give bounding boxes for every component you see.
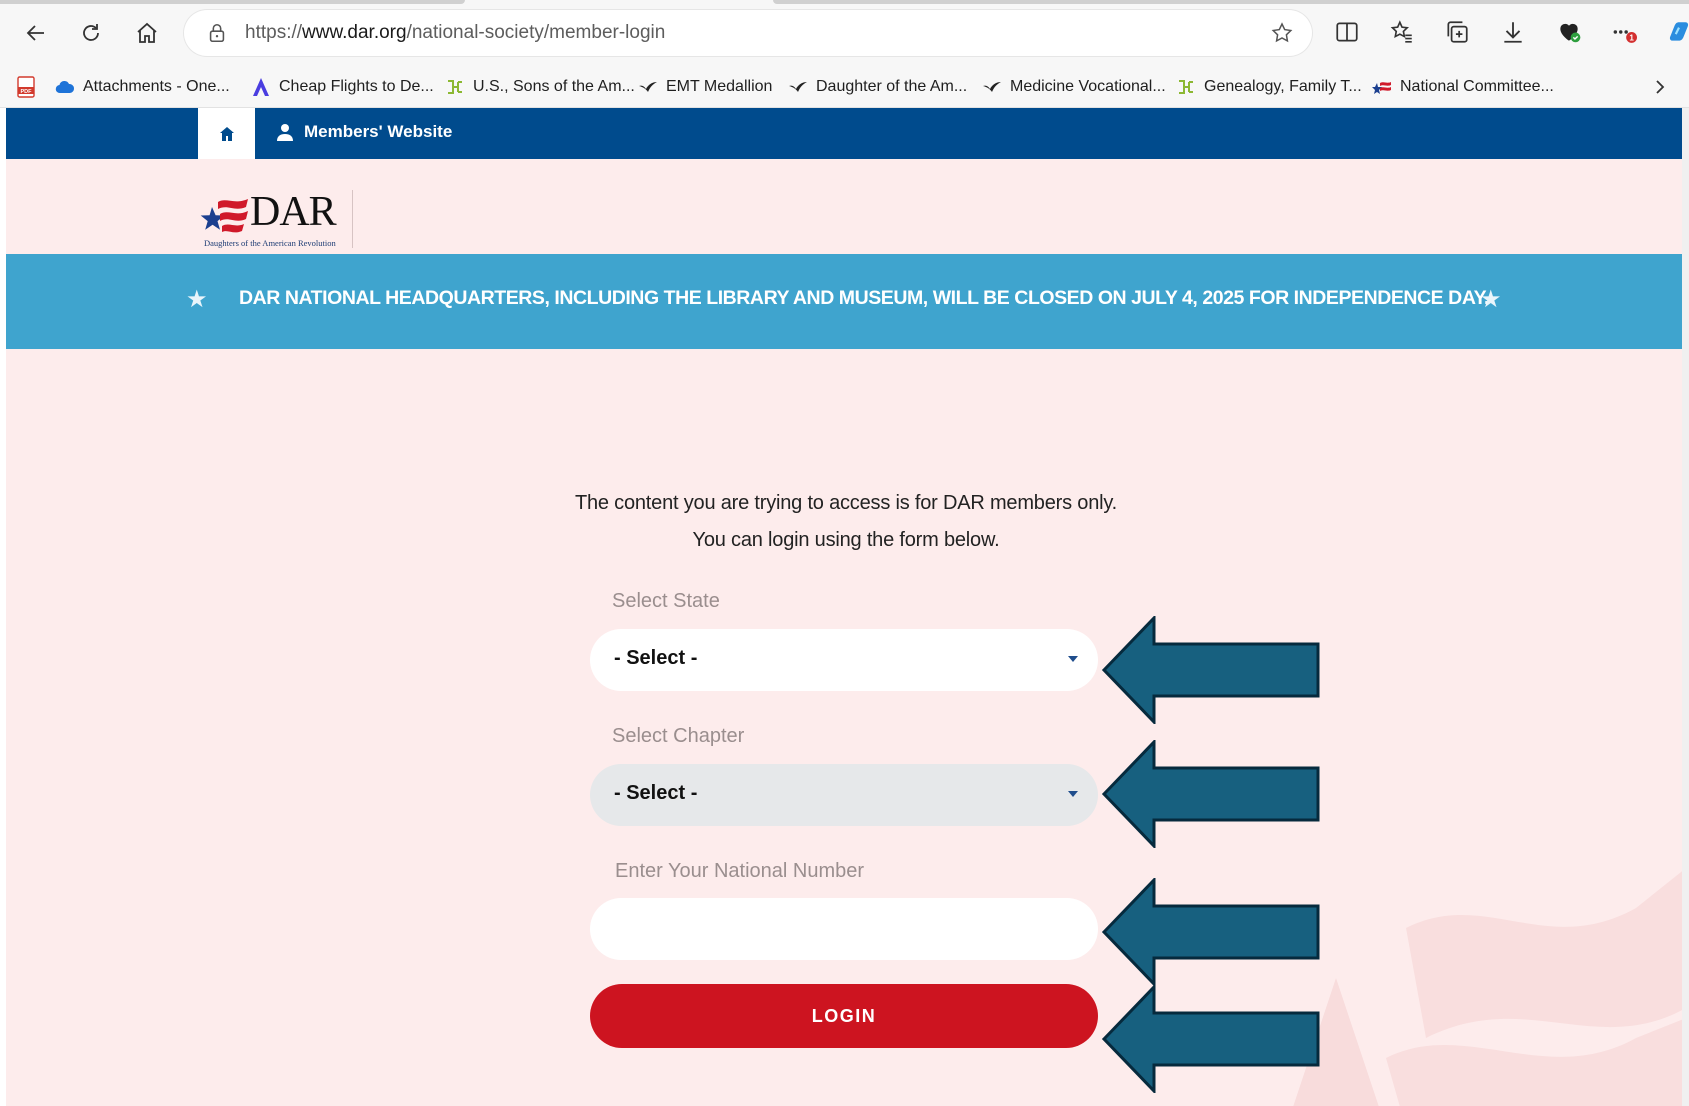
url-text[interactable]: https://www.dar.org/national-society/mem… [245, 22, 665, 44]
tab-strip [0, 0, 1689, 5]
browser-essentials-button[interactable] [1553, 16, 1585, 48]
ancestry-icon [445, 77, 465, 97]
svg-text:PDF: PDF [21, 89, 33, 95]
login-button[interactable]: LOGIN [590, 984, 1098, 1048]
home-icon [219, 126, 234, 141]
health-icon [1560, 23, 1581, 43]
chapter-select[interactable]: - Select - [590, 764, 1098, 826]
dar-emblem-icon [200, 199, 248, 233]
home-icon [137, 22, 157, 43]
flight-icon [251, 77, 271, 97]
collections-button[interactable] [1441, 16, 1473, 48]
bird-icon [638, 77, 658, 97]
refresh-icon [83, 24, 99, 41]
bookmarks-bar: PDF Attachments - One... Cheap Flights t… [0, 66, 1689, 108]
state-selected-value: - Select - [614, 647, 698, 669]
back-icon [26, 25, 44, 41]
star-icon: ★ [1480, 286, 1502, 313]
members-website-link[interactable]: Members' Website [276, 122, 452, 142]
logo-text: DAR [250, 189, 337, 235]
intro-line-2: You can login using the form below. [692, 529, 1000, 551]
annotation-arrow [1102, 616, 1320, 724]
favorites-button[interactable] [1386, 16, 1418, 48]
page-scrollbar[interactable] [1682, 108, 1689, 1106]
bird-icon [788, 77, 808, 97]
web-page: Members' Website DAR Daughters of the Am… [6, 108, 1682, 1106]
browser-toolbar: https://www.dar.org/national-society/mem… [0, 0, 1689, 66]
settings-more-button[interactable]: 1 [1608, 16, 1640, 48]
bookmark-item[interactable]: EMT Medallion [638, 73, 772, 101]
split-screen-button[interactable] [1331, 16, 1363, 48]
chapter-selected-value: - Select - [614, 782, 698, 804]
bird-icon [982, 77, 1002, 97]
back-button[interactable] [17, 14, 55, 52]
chevron-down-icon [1068, 791, 1078, 797]
tab-edge[interactable] [0, 0, 465, 4]
bookmark-item[interactable]: Cheap Flights to De... [251, 73, 434, 101]
copilot-icon [1669, 22, 1689, 41]
bookmark-item[interactable]: National Committee... [1372, 73, 1554, 101]
favorites-icon [1390, 20, 1412, 43]
state-label: Select State [612, 590, 720, 612]
address-bar[interactable]: https://www.dar.org/national-society/mem… [184, 10, 1312, 56]
home-tab[interactable] [198, 108, 255, 159]
state-select[interactable]: - Select - [590, 629, 1098, 691]
bookmark-item[interactable]: Attachments - One... [55, 73, 230, 101]
site-top-nav: Members' Website [6, 108, 1682, 159]
copilot-button[interactable] [1663, 16, 1689, 48]
chevron-right-icon[interactable] [1651, 78, 1669, 96]
split-screen-icon [1336, 22, 1358, 42]
logo-subtext: Daughters of the American Revolution [204, 238, 336, 248]
chapter-label: Select Chapter [612, 725, 745, 747]
cloud-icon [55, 77, 75, 97]
ancestry-icon [1176, 77, 1196, 97]
intro-line-1: The content you are trying to access is … [574, 492, 1118, 514]
dar-flag-icon [1372, 77, 1392, 97]
chevron-down-icon [1068, 656, 1078, 662]
download-icon [1504, 22, 1522, 43]
bookmark-item[interactable]: Daughter of the Am... [788, 73, 967, 101]
bookmark-item[interactable]: Medicine Vocational... [982, 73, 1166, 101]
pdf-icon[interactable]: PDF [16, 76, 36, 98]
announcement-text: DAR NATIONAL HEADQUARTERS, INCLUDING THE… [239, 287, 1490, 309]
bookmark-item[interactable]: U.S., Sons of the Am... [445, 73, 635, 101]
home-button[interactable] [128, 14, 166, 52]
download-button[interactable] [1497, 16, 1529, 48]
tab-edge[interactable] [773, 0, 1689, 4]
user-icon [277, 124, 293, 141]
collections-icon [1447, 21, 1468, 43]
annotation-arrow [1102, 878, 1320, 986]
annotation-arrow [1102, 985, 1320, 1093]
bookmark-item[interactable]: Genealogy, Family T... [1176, 73, 1362, 101]
more-icon: 1 [1613, 30, 1637, 43]
annotation-arrow [1102, 740, 1320, 848]
star-icon[interactable] [1270, 21, 1294, 45]
announcement-banner: ★ DAR NATIONAL HEADQUARTERS, INCLUDING T… [6, 254, 1682, 349]
star-icon: ★ [186, 286, 208, 313]
national-number-input[interactable] [590, 898, 1098, 960]
dar-logo[interactable]: DAR Daughters of the American Revolution [198, 189, 353, 248]
notification-count: 1 [1629, 34, 1634, 43]
national-number-label: Enter Your National Number [615, 860, 865, 882]
lock-icon[interactable] [206, 22, 228, 44]
refresh-button[interactable] [72, 14, 110, 52]
